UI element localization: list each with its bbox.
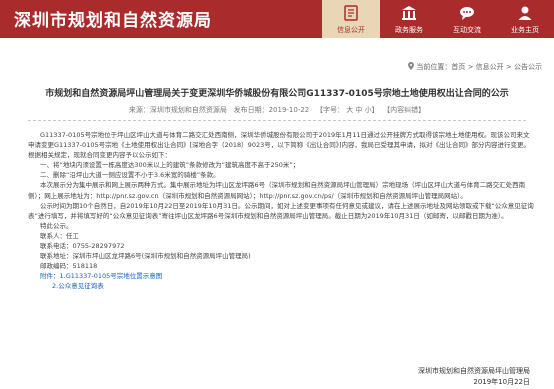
paragraph: 本次展示分为集中展示和网上展示两种方式。集中展示地址为坪山区龙坪路6号（深圳市规…: [28, 181, 526, 200]
source-label: 来源：: [128, 106, 150, 114]
nav-label: 互动交流: [453, 26, 481, 34]
breadcrumb: 当前位置：首页 > 信息公开 > 公告公示: [408, 62, 542, 72]
chat-icon: [460, 7, 474, 20]
paragraph: G11337-0105号宗地位于坪山区坪山大道与体育二路交汇处西南侧，深圳华侨城…: [28, 131, 531, 160]
nav-item-business-home[interactable]: 业务主页: [496, 0, 554, 38]
date-label: 发布日期：: [233, 106, 269, 114]
paragraph: 特此公示。: [40, 221, 73, 230]
contact-address: 联系地址：深圳市坪山区龙坪路6号(深圳市规划和自然资源局坪山管理局): [40, 252, 251, 261]
breadcrumb-separator: >: [503, 63, 514, 71]
breadcrumb-prefix: 当前位置：: [416, 63, 452, 71]
site-title[interactable]: 深圳市规划和自然资源局: [14, 6, 212, 31]
paragraph: 一、将“地块内须设置一栋高度达300米以上的建筑”条款修改为“建筑高度不高于25…: [40, 161, 300, 170]
font-size-small-button[interactable]: 小: [365, 106, 372, 114]
attachment-link-form[interactable]: 2.公众意见征询表: [28, 281, 534, 291]
nav-label: 业务主页: [511, 26, 539, 34]
paragraph: 公示时间为期10个自然日，自2019年10月22日至2019年10月31日。公示…: [28, 201, 534, 220]
attachment-link-map[interactable]: 附件：1.G11337-0105号宗地位置示意图: [28, 271, 534, 281]
nav-label: 信息公开: [337, 26, 365, 34]
location-pin-icon: [408, 62, 415, 70]
article-meta: 来源：深圳市规划和自然资源局 发布日期：2019-10-22 【字号： 大 中 …: [0, 105, 554, 115]
breadcrumb-item-home[interactable]: 首页: [451, 63, 465, 71]
breadcrumb-item-notices[interactable]: 公告公示: [514, 63, 542, 71]
signature-org: 深圳市规划和自然资源局坪山管理局: [418, 367, 530, 375]
article-body: G11337-0105号宗地位于坪山区坪山大道与体育二路交汇处西南侧，深圳华侨城…: [28, 130, 534, 292]
source-value: 深圳市规划和自然资源局: [149, 106, 227, 114]
font-size-medium-button[interactable]: 中: [355, 106, 362, 114]
building-icon: [402, 6, 416, 20]
divider: [28, 120, 526, 121]
font-size-label: 【字号：: [315, 106, 344, 114]
person-icon: [518, 6, 532, 20]
font-size-large-button[interactable]: 大: [346, 106, 353, 114]
document-icon: [344, 5, 358, 21]
nav-item-interaction[interactable]: 互动交流: [438, 0, 496, 38]
breadcrumb-separator: >: [465, 63, 476, 71]
nav-label: 政务服务: [395, 26, 423, 34]
paragraph: 二、删除“沿坪山大道一侧应设置不小于3.6米宽的骑楼”条款。: [40, 171, 220, 180]
font-size-end: 】: [371, 106, 379, 114]
postal-code: 邮政编码：518118: [40, 262, 98, 271]
main-nav: 信息公开 政务服务 互动交流 业务主页: [322, 0, 554, 38]
breadcrumb-item-info-public[interactable]: 信息公开: [476, 63, 504, 71]
page-title: 市规划和自然资源局坪山管理局关于变更深圳华侨城股份有限公司G11337-0105…: [45, 89, 509, 99]
signature-date: 2019年10月22日: [473, 378, 530, 386]
error-report-link[interactable]: 【内容纠错】: [383, 106, 425, 114]
contact-person: 联系人：任工: [40, 231, 79, 240]
contact-phone: 联系电话：0755-28297972: [40, 242, 125, 251]
header: 深圳市规划和自然资源局 信息公开 政务服务 互动交流 业务主页: [0, 0, 554, 38]
nav-item-gov-service[interactable]: 政务服务: [380, 0, 438, 38]
date-value: 2019-10-22: [268, 106, 310, 114]
nav-item-info-public[interactable]: 信息公开: [322, 0, 380, 38]
